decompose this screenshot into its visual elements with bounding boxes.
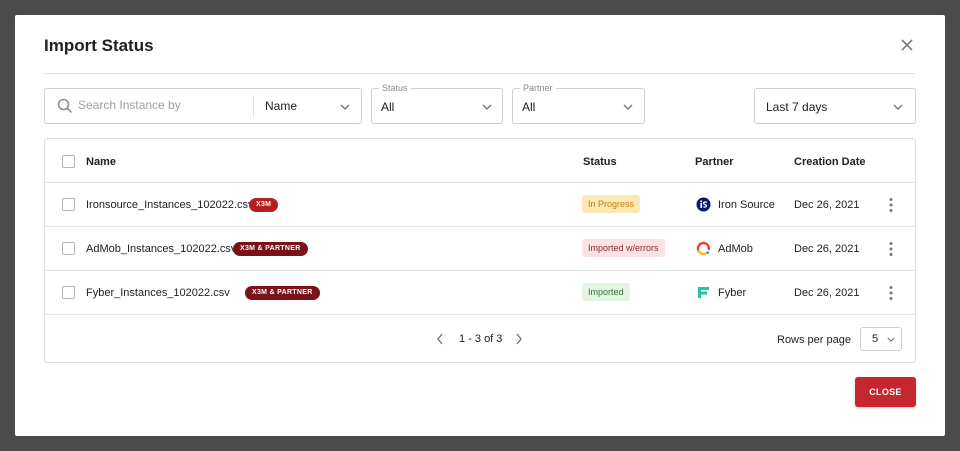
search-input[interactable]: [78, 98, 248, 112]
chevron-down-icon: [887, 337, 895, 342]
import-status-dialog: Import Status Name Status All Partner Al…: [15, 15, 945, 436]
pagination-bar: 1 - 3 of 3 Rows per page 5: [45, 316, 915, 362]
rows-per-page-value: 5: [872, 333, 879, 345]
status-badge: Imported: [582, 283, 630, 301]
partner-name: Fyber: [718, 287, 747, 299]
import-table: Name Status Partner Creation Date Ironso…: [44, 138, 916, 363]
creation-date: Dec 26, 2021: [794, 243, 860, 255]
creation-date: Dec 26, 2021: [794, 199, 860, 211]
creation-date: Dec 26, 2021: [794, 287, 860, 299]
header-name: Name: [86, 156, 116, 168]
row-checkbox[interactable]: [62, 286, 75, 299]
partner-select[interactable]: Partner All: [512, 83, 645, 124]
rows-per-page-label: Rows per page: [777, 334, 851, 346]
status-value: All: [381, 100, 395, 114]
admob-logo-icon: [696, 241, 710, 256]
search-divider: [253, 96, 254, 118]
status-select[interactable]: Status All: [371, 83, 503, 124]
ironsource-logo-icon: [696, 197, 711, 212]
table-row: Ironsource_Instances_102022.csv X3M In P…: [45, 183, 915, 227]
chevron-left-icon[interactable]: [436, 333, 444, 345]
more-options-icon[interactable]: [888, 241, 894, 257]
header-partner: Partner: [695, 156, 734, 168]
search-filter: Name: [44, 88, 362, 124]
chevron-down-icon: [482, 104, 492, 110]
fyber-logo-icon: [698, 287, 709, 298]
status-badge: Imported w/errors: [582, 239, 665, 257]
more-options-icon[interactable]: [888, 285, 894, 301]
chevron-down-icon[interactable]: [340, 104, 350, 110]
file-name: Ironsource_Instances_102022.csv: [86, 199, 254, 211]
owner-tag: X3M: [249, 198, 279, 212]
row-checkbox[interactable]: [62, 242, 75, 255]
table-header: Name Status Partner Creation Date: [45, 139, 915, 183]
dialog-title: Import Status: [44, 36, 154, 55]
more-options-icon[interactable]: [888, 197, 894, 213]
row-checkbox[interactable]: [62, 198, 75, 211]
chevron-right-icon[interactable]: [515, 333, 523, 345]
search-icon: [57, 98, 73, 114]
chevron-down-icon: [623, 104, 633, 110]
partner-name: Iron Source: [718, 199, 775, 211]
page-range: 1 - 3 of 3: [459, 333, 503, 345]
file-name: AdMob_Instances_102022.csv: [86, 243, 237, 255]
close-icon[interactable]: [899, 37, 915, 53]
header-creation-date: Creation Date: [794, 156, 866, 168]
status-badge: In Progress: [582, 195, 641, 213]
rows-per-page-select[interactable]: 5: [860, 327, 902, 351]
file-name: Fyber_Instances_102022.csv: [86, 287, 230, 299]
date-range-value: Last 7 days: [766, 100, 828, 114]
partner-value: All: [522, 100, 536, 114]
status-label: Status: [379, 83, 411, 93]
header-status: Status: [583, 156, 617, 168]
owner-tag: X3M & PARTNER: [233, 242, 308, 256]
partner-name: AdMob: [718, 243, 753, 255]
partner-label: Partner: [520, 83, 556, 93]
search-by-select[interactable]: Name: [265, 99, 297, 113]
close-button[interactable]: CLOSE: [855, 377, 916, 407]
chevron-down-icon: [893, 104, 903, 110]
table-row: AdMob_Instances_102022.csv X3M & PARTNER…: [45, 227, 915, 271]
table-row: Fyber_Instances_102022.csv X3M & PARTNER…: [45, 271, 915, 315]
select-all-checkbox[interactable]: [62, 155, 75, 168]
date-range-select[interactable]: Last 7 days: [754, 88, 916, 124]
owner-tag: X3M & PARTNER: [245, 286, 320, 300]
title-divider: [44, 73, 915, 74]
